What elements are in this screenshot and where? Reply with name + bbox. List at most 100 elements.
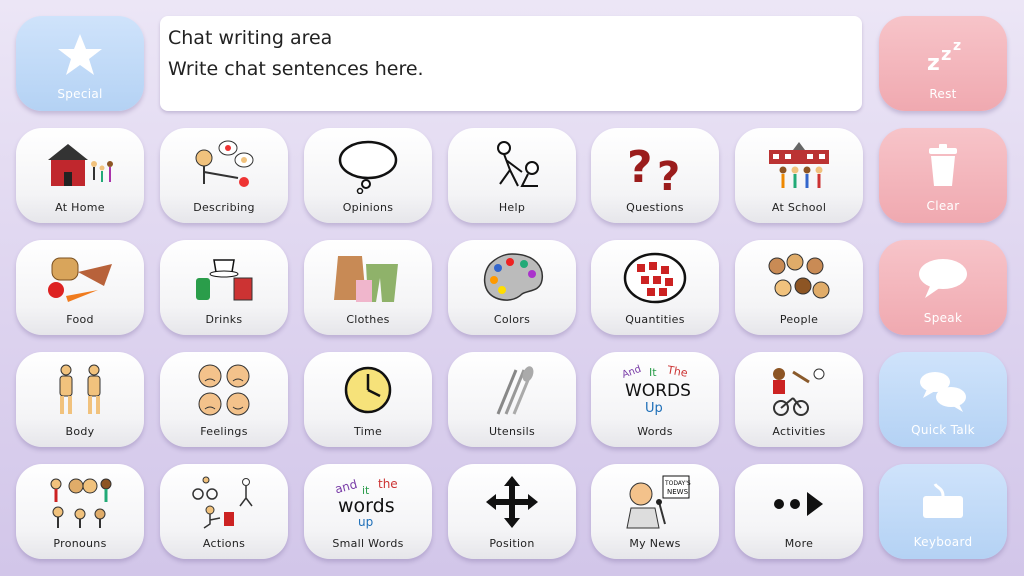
tile-colors[interactable]: Colors xyxy=(448,240,576,335)
chat-title: Chat writing area xyxy=(168,27,333,49)
more-arrow-icon xyxy=(774,492,823,516)
tile-actions[interactable]: Actions xyxy=(160,464,288,559)
words-and-text: And xyxy=(621,364,643,381)
tile-position[interactable]: Position xyxy=(448,464,576,559)
clothes-icon xyxy=(334,256,398,302)
tile-label: Help xyxy=(498,201,526,214)
tile-label: Opinions xyxy=(342,201,394,214)
words-icon: And It The WORDS Up xyxy=(621,363,691,416)
tile-label: Body xyxy=(65,425,95,438)
speak-button[interactable]: Speak xyxy=(879,240,1007,335)
actions-icon xyxy=(192,476,253,529)
tile-label: Questions xyxy=(626,201,684,214)
move-arrows-icon xyxy=(486,476,538,528)
question-marks-icon: ? ? xyxy=(627,142,680,194)
tile-words[interactable]: And It The WORDS Up Words xyxy=(591,352,719,447)
tile-label: Position xyxy=(489,537,535,550)
special-button[interactable]: Special xyxy=(16,16,144,111)
clock-icon xyxy=(344,366,392,414)
words-up-text: Up xyxy=(645,401,663,416)
tile-label: Feelings xyxy=(200,425,248,438)
tile-label: Drinks xyxy=(205,313,243,326)
tile-time[interactable]: Time xyxy=(304,352,432,447)
tile-my-news[interactable]: TODAY'S NEWS My News xyxy=(591,464,719,559)
news-reader-icon: TODAY'S NEWS xyxy=(626,475,691,529)
rest-button[interactable]: z z z Rest xyxy=(879,16,1007,111)
tile-label: Words xyxy=(637,425,673,438)
drinks-icon xyxy=(196,259,253,301)
tile-body[interactable]: Body xyxy=(16,352,144,447)
chat-bubbles-icon xyxy=(920,372,966,412)
words-main-text: WORDS xyxy=(625,381,691,401)
tile-clothes[interactable]: Clothes xyxy=(304,240,432,335)
home-family-icon xyxy=(48,144,113,186)
quick-talk-label: Quick Talk xyxy=(911,423,975,437)
tile-label: Pronouns xyxy=(53,537,107,550)
clear-button[interactable]: Clear xyxy=(879,128,1007,223)
tile-quantities[interactable]: Quantities xyxy=(591,240,719,335)
keyboard-button[interactable]: Keyboard xyxy=(879,464,1007,559)
school-icon xyxy=(769,142,829,188)
tile-people[interactable]: People xyxy=(735,240,863,335)
help-people-icon xyxy=(497,141,539,187)
rest-label: Rest xyxy=(929,87,957,101)
tile-describing[interactable]: Describing xyxy=(160,128,288,223)
tile-small-words[interactable]: and it the words up Small Words xyxy=(304,464,432,559)
utensils-icon xyxy=(496,366,534,415)
tile-pronouns[interactable]: Pronouns xyxy=(16,464,144,559)
tile-label: At Home xyxy=(55,201,105,214)
tile-label: Describing xyxy=(193,201,255,214)
tile-label: Quantities xyxy=(625,313,685,326)
tile-activities[interactable]: Activities xyxy=(735,352,863,447)
people-faces-icon xyxy=(768,253,830,299)
tile-label: Clothes xyxy=(346,313,390,326)
tile-help[interactable]: Help xyxy=(448,128,576,223)
tile-label: Activities xyxy=(772,425,826,438)
tile-label: More xyxy=(784,537,814,550)
chat-placeholder: Write chat sentences here. xyxy=(168,58,424,80)
words-it-text: It xyxy=(649,366,657,379)
tile-opinions[interactable]: Opinions xyxy=(304,128,432,223)
tile-label: Utensils xyxy=(488,425,536,438)
tile-more[interactable]: More xyxy=(735,464,863,559)
tile-label: Time xyxy=(353,425,383,438)
speak-label: Speak xyxy=(923,311,963,325)
tile-label: Small Words xyxy=(332,537,404,550)
svg-text:z: z xyxy=(953,38,961,54)
tile-label: Food xyxy=(66,313,94,326)
special-label: Special xyxy=(57,87,103,101)
tile-at-school[interactable]: At School xyxy=(735,128,863,223)
pronouns-icon xyxy=(50,478,112,528)
svg-text:?: ? xyxy=(627,142,653,193)
chat-writing-area[interactable]: Chat writing area Write chat sentences h… xyxy=(160,16,862,111)
keyboard-label: Keyboard xyxy=(913,535,973,549)
tile-questions[interactable]: ? ? Questions xyxy=(591,128,719,223)
tile-drinks[interactable]: Drinks xyxy=(160,240,288,335)
tile-at-home[interactable]: At Home xyxy=(16,128,144,223)
tile-label: My News xyxy=(629,537,681,550)
news-sign-line1: TODAY'S xyxy=(664,480,691,487)
svg-text:z: z xyxy=(941,44,951,65)
speech-bubble-icon xyxy=(919,259,967,298)
tile-food[interactable]: Food xyxy=(16,240,144,335)
tile-utensils[interactable]: Utensils xyxy=(448,352,576,447)
trash-icon xyxy=(929,144,957,186)
small-words-and-text: and xyxy=(333,477,358,496)
tile-feelings[interactable]: Feelings xyxy=(160,352,288,447)
keyboard-icon xyxy=(923,483,963,518)
describing-icon xyxy=(195,140,254,187)
thought-bubble-icon xyxy=(338,140,398,194)
food-icon xyxy=(48,257,112,302)
small-words-icon: and it the words up xyxy=(333,477,397,529)
star-icon xyxy=(58,34,102,75)
feelings-faces-icon xyxy=(198,364,250,416)
words-the-text: The xyxy=(665,363,689,380)
quantities-icon xyxy=(623,252,687,304)
activities-icon xyxy=(773,368,825,416)
quick-talk-button[interactable]: Quick Talk xyxy=(879,352,1007,447)
tile-label: Colors xyxy=(493,313,531,326)
tile-label: Actions xyxy=(202,537,246,550)
svg-text:z: z xyxy=(927,51,940,76)
tile-label: People xyxy=(779,313,819,326)
svg-text:?: ? xyxy=(657,154,680,194)
